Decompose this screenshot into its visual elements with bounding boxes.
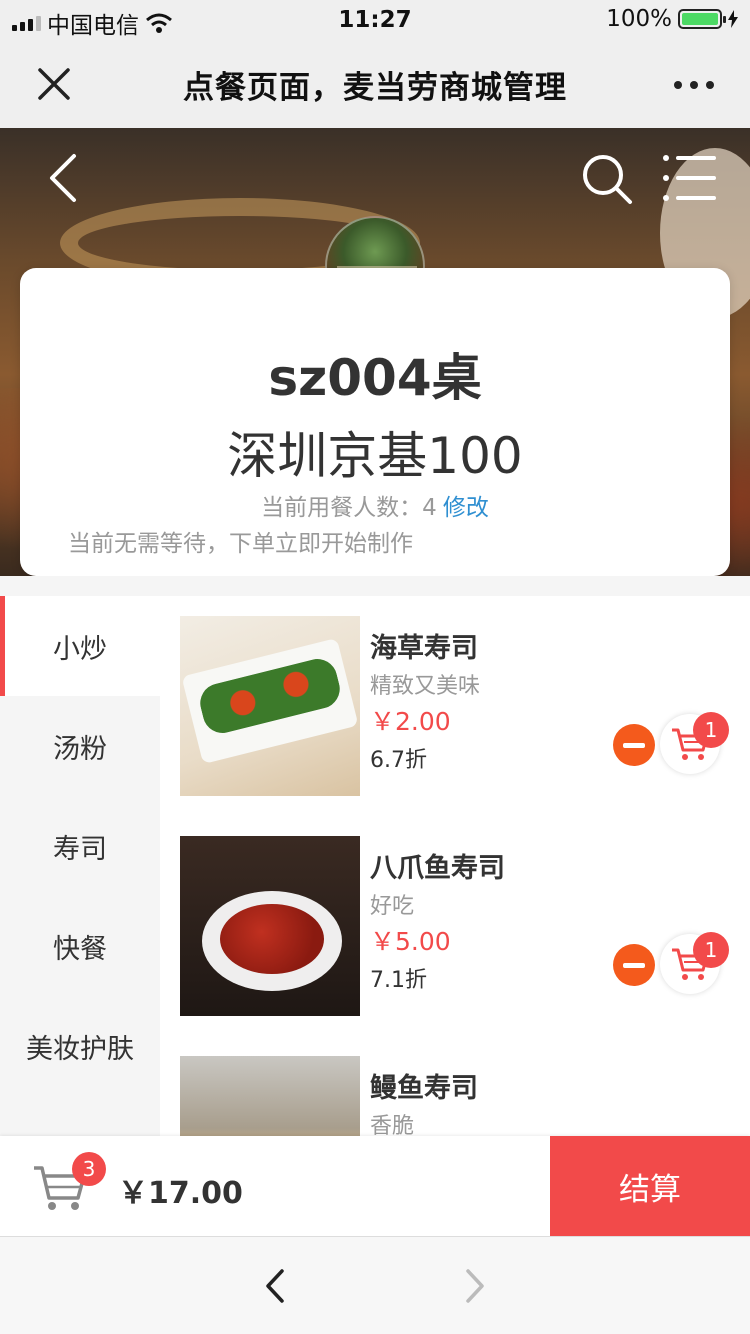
dish-image xyxy=(180,616,360,796)
edit-diners-link[interactable]: 修改 xyxy=(443,495,489,521)
dish-name: 八爪鱼寿司 xyxy=(370,853,505,884)
store-info-card: sz004桌 深圳京基100 当前用餐人数：4 修改 当前无需等待，下单立即开始制… xyxy=(20,268,730,576)
category-item-active[interactable]: 小炒 xyxy=(0,596,160,696)
forward-arrow-icon[interactable] xyxy=(458,1265,492,1307)
dish-description: 精致又美味 xyxy=(370,674,481,699)
dish-item[interactable]: 鳗鱼寿司 香脆 xyxy=(180,1056,740,1136)
dish-description: 好吃 xyxy=(370,894,415,919)
browser-toolbar xyxy=(0,1236,750,1334)
diners-count: 4 xyxy=(422,495,437,521)
minus-icon xyxy=(623,742,645,748)
dish-image xyxy=(180,836,360,1016)
category-sidebar: 小炒 汤粉 寿司 快餐 美妆护肤 xyxy=(0,596,160,1136)
search-icon[interactable] xyxy=(580,152,634,206)
minus-icon xyxy=(623,962,645,968)
diners-info: 当前用餐人数：4 修改 xyxy=(20,488,730,522)
diners-label: 当前用餐人数： xyxy=(261,495,423,521)
dish-image xyxy=(180,1056,360,1136)
quantity-badge: 1 xyxy=(693,932,729,968)
table-number: sz004桌 xyxy=(268,349,482,407)
dish-name: 鳗鱼寿司 xyxy=(370,1073,478,1104)
page-title: 点餐页面，麦当劳商城管理 xyxy=(183,70,567,106)
wait-notice: 当前无需等待，下单立即开始制作 xyxy=(68,531,413,557)
nav-bar: 点餐页面，麦当劳商城管理 xyxy=(0,40,750,128)
cart-total: ￥17.00 xyxy=(118,1176,243,1211)
dish-item[interactable]: 八爪鱼寿司 好吃 ￥5.00 7.1折 1 xyxy=(180,836,740,1016)
quantity-badge: 1 xyxy=(693,712,729,748)
status-right: 100% xyxy=(606,6,738,32)
dish-name: 海草寿司 xyxy=(370,633,478,664)
category-item[interactable]: 快餐 xyxy=(0,896,160,996)
dish-price: ￥5.00 xyxy=(370,927,451,956)
category-item[interactable]: 美妆护肤 xyxy=(0,996,160,1096)
battery-icon xyxy=(678,9,726,29)
dish-discount: 6.7折 xyxy=(370,748,427,773)
divider xyxy=(0,576,750,596)
dish-description: 香脆 xyxy=(370,1114,415,1136)
status-bar: 中国电信 11:27 100% xyxy=(0,0,750,40)
back-icon[interactable] xyxy=(40,148,88,208)
back-arrow-icon[interactable] xyxy=(258,1265,292,1307)
dish-discount: 7.1折 xyxy=(370,968,427,993)
store-name: 深圳京基100 xyxy=(227,427,523,485)
decrease-button[interactable] xyxy=(613,724,655,766)
charging-icon xyxy=(728,10,738,28)
dish-price: ￥2.00 xyxy=(370,707,451,736)
dish-item[interactable]: 海草寿司 精致又美味 ￥2.00 6.7折 1 xyxy=(180,616,740,796)
close-icon[interactable] xyxy=(32,62,76,106)
checkout-button[interactable]: 结算 xyxy=(550,1136,750,1236)
more-icon[interactable] xyxy=(672,70,716,100)
decrease-button[interactable] xyxy=(613,944,655,986)
category-item[interactable]: 寿司 xyxy=(0,796,160,896)
battery-percent: 100% xyxy=(606,6,672,32)
cart-bar: 3 ￥17.00 结算 xyxy=(0,1136,750,1236)
cart-count-badge: 3 xyxy=(72,1152,106,1186)
category-item[interactable]: 汤粉 xyxy=(0,696,160,796)
dish-list: 海草寿司 精致又美味 ￥2.00 6.7折 1 八爪鱼寿司 好吃 ￥5.00 7… xyxy=(160,596,750,1136)
menu-list-icon[interactable] xyxy=(660,152,718,204)
